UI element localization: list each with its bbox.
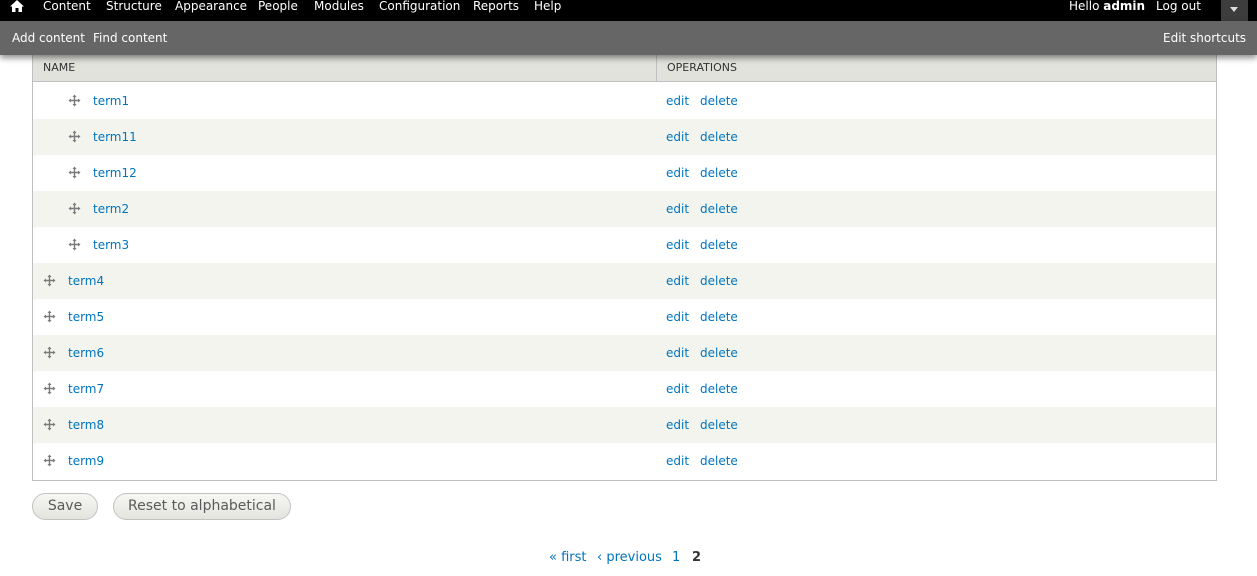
- delete-link[interactable]: delete: [700, 94, 738, 108]
- shortcut-find-content[interactable]: Find content: [93, 32, 167, 45]
- drag-handle-icon[interactable]: [68, 166, 81, 179]
- delete-link[interactable]: delete: [700, 166, 738, 180]
- table-row: term7 edit delete: [33, 371, 1216, 407]
- edit-link[interactable]: edit: [666, 346, 689, 360]
- edit-link[interactable]: edit: [666, 94, 689, 108]
- drag-handle-icon[interactable]: [68, 94, 81, 107]
- home-icon[interactable]: [9, 0, 25, 21]
- delete-link[interactable]: delete: [700, 310, 738, 324]
- edit-link[interactable]: edit: [666, 166, 689, 180]
- drag-handle-icon[interactable]: [68, 130, 81, 143]
- table-row: term2 edit delete: [33, 191, 1216, 227]
- menu-reports[interactable]: Reports: [473, 0, 519, 21]
- term-link[interactable]: term12: [93, 166, 137, 180]
- chevron-down-icon: [1230, 7, 1238, 12]
- save-button[interactable]: Save: [32, 493, 98, 520]
- drag-handle-icon[interactable]: [43, 418, 56, 431]
- delete-link[interactable]: delete: [700, 346, 738, 360]
- menu-help[interactable]: Help: [534, 0, 561, 21]
- shortcuts-bar: Add content Find content Edit shortcuts: [0, 21, 1257, 55]
- term-link[interactable]: term7: [68, 382, 104, 396]
- table-row: term1 edit delete: [33, 83, 1216, 119]
- table-row: term9 edit delete: [33, 443, 1216, 479]
- term-link[interactable]: term6: [68, 346, 104, 360]
- term-link[interactable]: term9: [68, 454, 104, 468]
- delete-link[interactable]: delete: [700, 130, 738, 144]
- drag-handle-icon[interactable]: [43, 310, 56, 323]
- drag-handle-icon[interactable]: [68, 202, 81, 215]
- menu-modules[interactable]: Modules: [314, 0, 364, 21]
- edit-shortcuts-link[interactable]: Edit shortcuts: [1163, 32, 1246, 45]
- drag-handle-icon[interactable]: [43, 346, 56, 359]
- pager-current-page: 2: [692, 550, 702, 565]
- drag-handle-icon[interactable]: [43, 274, 56, 287]
- drag-handle-icon[interactable]: [43, 382, 56, 395]
- header-name: NAME: [43, 61, 76, 74]
- term-link[interactable]: term11: [93, 130, 137, 144]
- pager-page-1[interactable]: 1: [672, 550, 680, 565]
- menu-configuration[interactable]: Configuration: [379, 0, 460, 21]
- terms-table: NAME OPERATIONS term1 edit delete term11 edi…: [32, 55, 1217, 482]
- header-divider: [656, 55, 657, 82]
- delete-link[interactable]: delete: [700, 382, 738, 396]
- term-link[interactable]: term1: [93, 94, 129, 108]
- edit-link[interactable]: edit: [666, 382, 689, 396]
- edit-link[interactable]: edit: [666, 454, 689, 468]
- delete-link[interactable]: delete: [700, 274, 738, 288]
- menu-structure[interactable]: Structure: [106, 0, 162, 21]
- table-row: term4 edit delete: [33, 263, 1216, 299]
- delete-link[interactable]: delete: [700, 238, 738, 252]
- term-link[interactable]: term3: [93, 238, 129, 252]
- edit-link[interactable]: edit: [666, 202, 689, 216]
- edit-link[interactable]: edit: [666, 274, 689, 288]
- delete-link[interactable]: delete: [700, 418, 738, 432]
- table-row: term6 edit delete: [33, 335, 1216, 371]
- username[interactable]: admin: [1103, 0, 1145, 13]
- menu-people[interactable]: People: [258, 0, 298, 21]
- edit-link[interactable]: edit: [666, 238, 689, 252]
- table-row: term12 edit delete: [33, 155, 1216, 191]
- edit-link[interactable]: edit: [666, 418, 689, 432]
- pager-previous[interactable]: ‹ previous: [597, 550, 662, 565]
- table-row: term11 edit delete: [33, 119, 1216, 155]
- pager-first[interactable]: « first: [549, 550, 587, 565]
- term-link[interactable]: term5: [68, 310, 104, 324]
- term-link[interactable]: term4: [68, 274, 104, 288]
- greeting-prefix: Hello: [1069, 0, 1104, 13]
- toolbar-tray-toggle[interactable]: [1221, 0, 1248, 21]
- drag-handle-icon[interactable]: [43, 454, 56, 467]
- logout-link[interactable]: Log out: [1156, 0, 1201, 21]
- delete-link[interactable]: delete: [700, 454, 738, 468]
- menu-content[interactable]: Content: [43, 0, 91, 21]
- table-row: term5 edit delete: [33, 299, 1216, 335]
- drag-handle-icon[interactable]: [68, 238, 81, 251]
- edit-link[interactable]: edit: [666, 310, 689, 324]
- table-row: term8 edit delete: [33, 407, 1216, 443]
- shortcut-add-content[interactable]: Add content: [12, 32, 85, 45]
- term-link[interactable]: term2: [93, 202, 129, 216]
- user-greeting: Hello admin: [1069, 0, 1145, 21]
- reset-alphabetical-button[interactable]: Reset to alphabetical: [113, 493, 291, 520]
- header-operations: OPERATIONS: [667, 61, 737, 74]
- table-header: NAME OPERATIONS: [33, 55, 1216, 82]
- delete-link[interactable]: delete: [700, 202, 738, 216]
- table-row: term3 edit delete: [33, 227, 1216, 263]
- edit-link[interactable]: edit: [666, 130, 689, 144]
- term-link[interactable]: term8: [68, 418, 104, 432]
- admin-toolbar: Content Structure Appearance People Modu…: [0, 0, 1257, 21]
- table-border-gap: [656, 481, 1216, 482]
- menu-appearance[interactable]: Appearance: [175, 0, 247, 21]
